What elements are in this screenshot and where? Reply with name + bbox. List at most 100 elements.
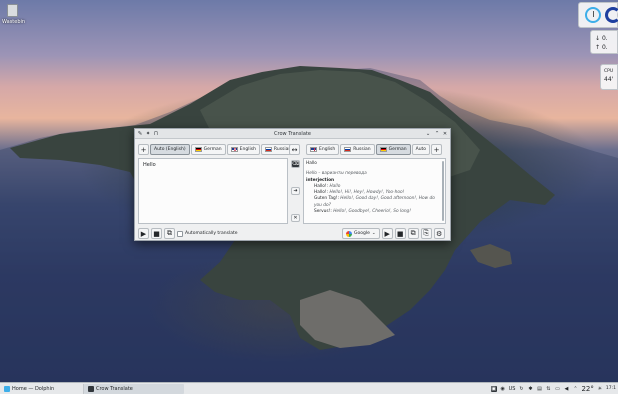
source-text: Hello — [143, 162, 156, 168]
auto-translate-label: Automatically translate — [185, 231, 238, 236]
weather-sun-icon: ☀ — [597, 385, 603, 392]
target-lang-english-label: English — [319, 147, 336, 152]
target-lang-auto-label: Auto — [415, 147, 427, 152]
add-target-language-button[interactable]: + — [431, 144, 443, 155]
translation-entry: Guten Tag!: Hello!, Good day!, Good afte… — [306, 196, 437, 209]
task-dolphin-label: Home — Dolphin — [12, 385, 55, 392]
russia-flag-icon — [344, 147, 352, 152]
bluetooth-icon[interactable]: ✱ — [527, 386, 533, 392]
entry-synonyms: Hello!, Goodbye!, Cheerio!, So long! — [333, 209, 412, 215]
system-monitor-widget[interactable] — [578, 2, 618, 28]
net-down-value: 0. — [601, 35, 608, 42]
cpu-label: CPU — [604, 69, 614, 74]
upload-arrow-icon: ↑ — [595, 44, 601, 51]
target-lang-german[interactable]: German — [375, 144, 411, 155]
network-icon[interactable]: ⇅ — [545, 386, 551, 392]
abort-button[interactable]: ✕ — [291, 214, 300, 222]
entry-term: Guten Tag!: — [314, 196, 339, 202]
download-arrow-icon: ↓ — [595, 35, 601, 42]
source-lang-german[interactable]: German — [190, 144, 226, 155]
uk-flag-icon — [230, 147, 238, 152]
minimize-icon[interactable]: ⌄ — [424, 130, 432, 138]
maximize-icon[interactable]: ⌃ — [433, 130, 441, 138]
memory-gauge-icon — [605, 7, 618, 23]
copy-translation-button[interactable]: ⧉ — [407, 228, 419, 239]
close-icon[interactable]: ✕ — [442, 131, 448, 137]
target-lang-english[interactable]: English — [306, 144, 340, 155]
crow-translate-icon — [88, 385, 94, 392]
target-language-bar: English Russian German Auto + — [306, 144, 443, 155]
network-widget[interactable]: ↓ 0. ↑ 0. — [590, 30, 618, 54]
translation-scrollbar[interactable] — [442, 161, 444, 221]
translation-bottom-bar: Google ⌄ ▶ ■ ⧉ ⎘ ⚙ — [342, 228, 445, 239]
entry-term: Hallo!: — [314, 190, 329, 196]
window-title: Crow Translate — [274, 131, 311, 137]
taskbar: Home — Dolphin Crow Translate ▣ ◉ US ↻ ✱… — [0, 382, 618, 394]
translation-content: Hallo Hello – варианты перевода interjec… — [306, 161, 437, 215]
google-icon — [346, 230, 352, 237]
target-lang-russian-label: Russian — [353, 147, 371, 152]
cpu-value: 44' — [604, 76, 614, 83]
source-bottom-bar: ▶ ■ ⧉ Automatically translate — [138, 228, 238, 239]
engine-label: Google — [354, 231, 370, 236]
crow-translate-window: ✎ ✦ ⊓ Crow Translate ⌄ ⌃ ✕ + Auto (Engli… — [134, 128, 451, 241]
uk-flag-icon — [310, 147, 317, 152]
source-lang-auto-label: Auto (English) — [154, 147, 186, 152]
settings-button[interactable]: ⚙ — [433, 228, 445, 239]
translation-entry: Servus!: Hello!, Goodbye!, Cheerio!, So … — [306, 209, 437, 215]
clock[interactable]: 17:1 — [606, 386, 616, 391]
translate-button[interactable]: ➜ — [291, 187, 300, 195]
system-tray: ▣ ◉ US ↻ ✱ ▤ ⇅ ▭ ◀ ⌃ 22° ☀ 17:1 — [490, 383, 618, 394]
keyboard-layout[interactable]: US — [509, 386, 516, 392]
stop-source-button[interactable]: ■ — [151, 228, 162, 239]
desktop-trash[interactable]: Wastebin — [2, 4, 26, 25]
target-lang-russian[interactable]: Russian — [340, 144, 375, 155]
russia-flag-icon — [264, 147, 272, 152]
gauge-icon — [585, 7, 601, 23]
title-bar[interactable]: ✎ ✦ ⊓ Crow Translate ⌄ ⌃ ✕ — [135, 129, 450, 139]
translation-area[interactable]: Hallo Hello – варианты перевода interjec… — [303, 158, 446, 224]
expand-tray-icon[interactable]: ⌃ — [572, 386, 578, 392]
engine-select[interactable]: Google ⌄ — [342, 228, 380, 239]
play-source-button[interactable]: ▶ — [138, 228, 149, 239]
entry-synonyms: Hallo — [329, 183, 341, 189]
net-up-value: 0. — [601, 44, 608, 51]
source-lang-german-label: German — [203, 147, 222, 152]
german-flag-icon — [379, 147, 387, 152]
auto-translate-checkbox[interactable] — [177, 230, 183, 237]
folder-icon — [4, 385, 10, 392]
clear-text-button[interactable]: ⌫ — [291, 160, 300, 168]
source-lang-english[interactable]: English — [226, 144, 260, 155]
entry-synonyms: Hello!, Hi!, Hey!, Howdy!, Yoo-hoo! — [329, 190, 405, 196]
chevron-down-icon: ⌄ — [371, 231, 376, 236]
source-text-area[interactable]: Hello — [138, 158, 288, 224]
updates-icon[interactable]: ↻ — [518, 386, 524, 392]
entry-term: Hallo!: — [314, 183, 329, 189]
cpu-widget[interactable]: CPU 44' — [600, 64, 618, 90]
entry-term: Servus!: — [314, 209, 332, 215]
middle-controls: ⌫ ➜ ✕ — [290, 160, 301, 224]
task-crow-translate[interactable]: Crow Translate — [84, 383, 184, 394]
volume-icon[interactable]: ◀ — [563, 386, 569, 392]
crow-tray-icon[interactable]: ▣ — [490, 385, 497, 392]
temperature-readout[interactable]: 22° — [581, 385, 593, 393]
play-translation-button[interactable]: ▶ — [381, 228, 393, 239]
copy-all-button[interactable]: ⎘ — [420, 228, 432, 239]
task-crow-label: Crow Translate — [96, 385, 133, 392]
trash-icon — [6, 4, 18, 17]
stop-translation-button[interactable]: ■ — [394, 228, 406, 239]
target-lang-german-label: German — [388, 147, 407, 152]
source-lang-auto[interactable]: Auto (English) — [150, 144, 190, 155]
trash-label: Wastebin — [2, 19, 26, 25]
swap-languages-button[interactable]: ↔ — [289, 144, 300, 155]
battery-icon[interactable]: ▭ — [554, 386, 560, 392]
devices-icon[interactable]: ▤ — [536, 386, 542, 392]
clipboard-icon[interactable]: ◉ — [500, 386, 506, 392]
task-dolphin[interactable]: Home — Dolphin — [0, 383, 84, 394]
add-source-language-button[interactable]: + — [138, 144, 149, 155]
source-language-bar: + Auto (English) German English Russian — [138, 144, 296, 155]
source-lang-english-label: English — [239, 147, 256, 152]
target-lang-auto[interactable]: Auto — [411, 144, 431, 155]
copy-source-button[interactable]: ⧉ — [164, 228, 175, 239]
german-flag-icon — [194, 147, 202, 152]
